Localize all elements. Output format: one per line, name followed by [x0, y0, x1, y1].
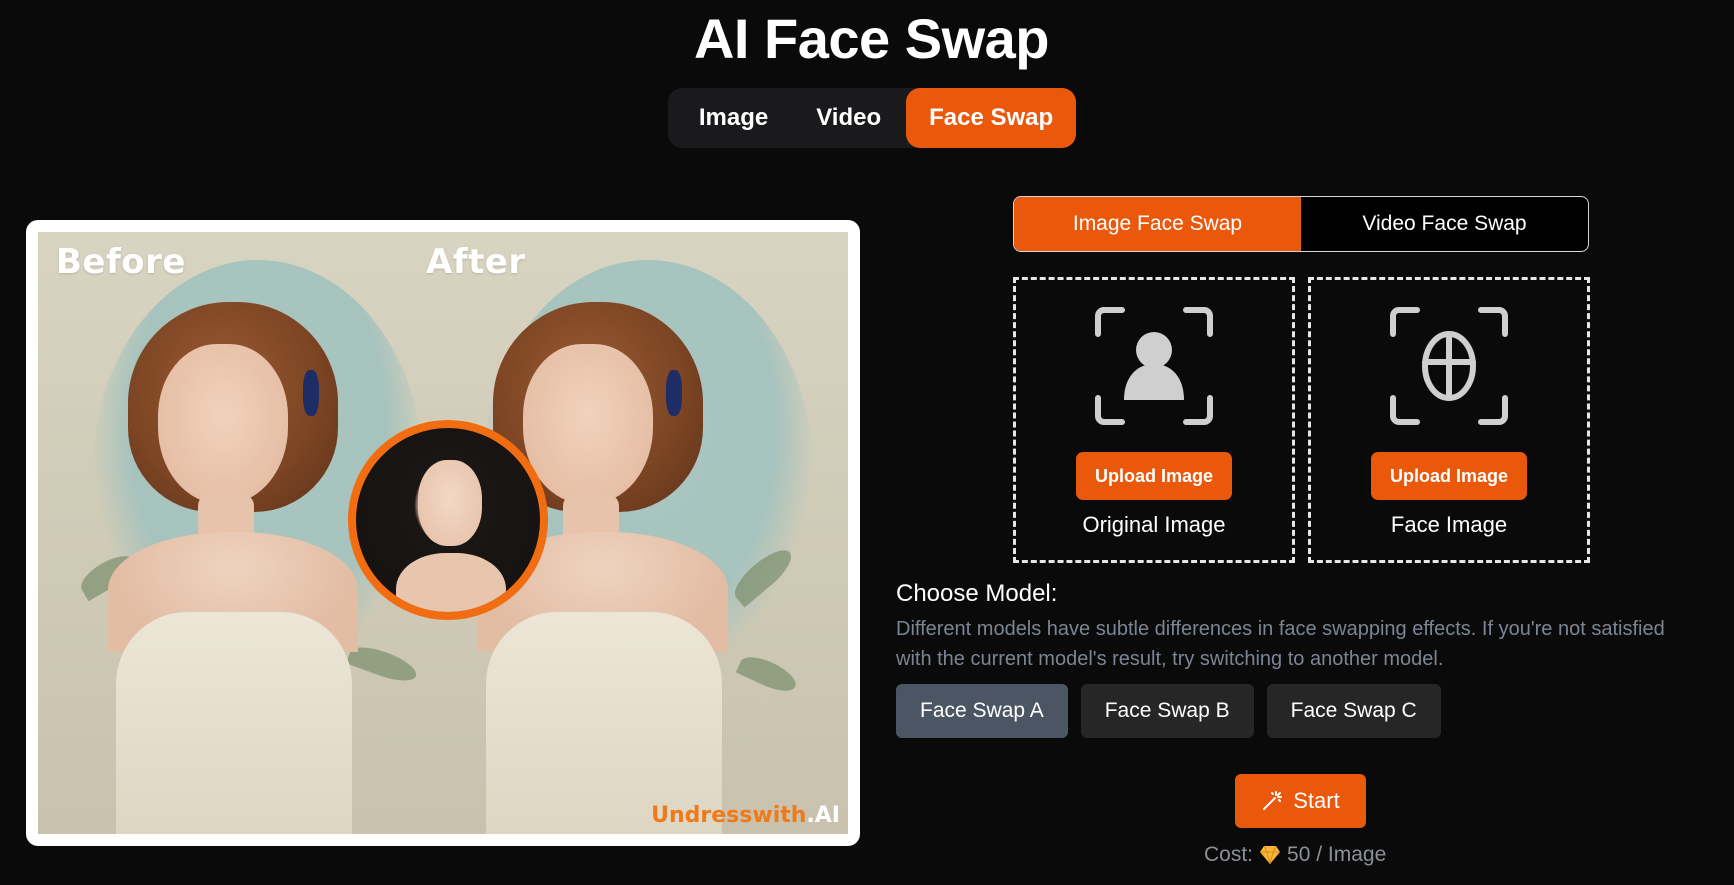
mode-tabs: Image Video Face Swap [668, 88, 1076, 148]
source-face-portrait [348, 420, 548, 620]
person-frame-icon [1095, 307, 1213, 425]
model-options: Face Swap A Face Swap B Face Swap C [896, 684, 1441, 738]
before-after-preview: Before After Undresswith.AI [26, 220, 860, 846]
watermark-brand: Undresswith [651, 803, 807, 828]
leaf-decoration [735, 650, 801, 698]
model-face-swap-a[interactable]: Face Swap A [896, 684, 1068, 738]
before-label: Before [56, 242, 186, 282]
cost-value: 50 / Image [1287, 843, 1387, 866]
upload-face-button[interactable]: Upload Image [1371, 452, 1527, 500]
tab-video[interactable]: Video [791, 88, 906, 148]
original-image-dropzone[interactable]: Upload Image Original Image [1013, 277, 1295, 563]
cost-info: Cost: 50 / Image [1204, 843, 1386, 867]
face-frame-icon [1390, 307, 1508, 425]
tab-face-swap[interactable]: Face Swap [906, 88, 1076, 148]
tab-image-face-swap[interactable]: Image Face Swap [1014, 197, 1301, 251]
model-face-swap-c[interactable]: Face Swap C [1266, 684, 1441, 738]
model-description: Different models have subtle differences… [896, 618, 1665, 670]
face-image-label: Face Image [1390, 512, 1508, 537]
start-button[interactable]: Start [1235, 774, 1366, 828]
start-label: Start [1293, 788, 1340, 813]
after-label: After [426, 242, 526, 282]
cost-prefix: Cost: [1204, 843, 1254, 866]
original-image-label: Original Image [1082, 512, 1226, 537]
diamond-icon [1260, 845, 1281, 865]
tab-image[interactable]: Image [676, 88, 791, 148]
choose-model-title: Choose Model: [896, 580, 1058, 607]
watermark-suffix: .AI [806, 803, 840, 828]
model-face-swap-b[interactable]: Face Swap B [1080, 684, 1254, 738]
tab-video-face-swap[interactable]: Video Face Swap [1301, 197, 1588, 251]
watermark: Undresswith.AI [651, 803, 840, 828]
magic-wand-icon [1263, 791, 1283, 810]
face-image-dropzone[interactable]: Upload Image Face Image [1308, 277, 1590, 563]
swap-type-tabs: Image Face Swap Video Face Swap [1013, 196, 1589, 252]
page-title: AI Face Swap [693, 7, 1050, 70]
page: AI Face Swap Image Video Face Swap Befor… [0, 0, 1734, 885]
preview-image: Before After Undresswith.AI [38, 232, 848, 834]
upload-original-button[interactable]: Upload Image [1076, 452, 1232, 500]
